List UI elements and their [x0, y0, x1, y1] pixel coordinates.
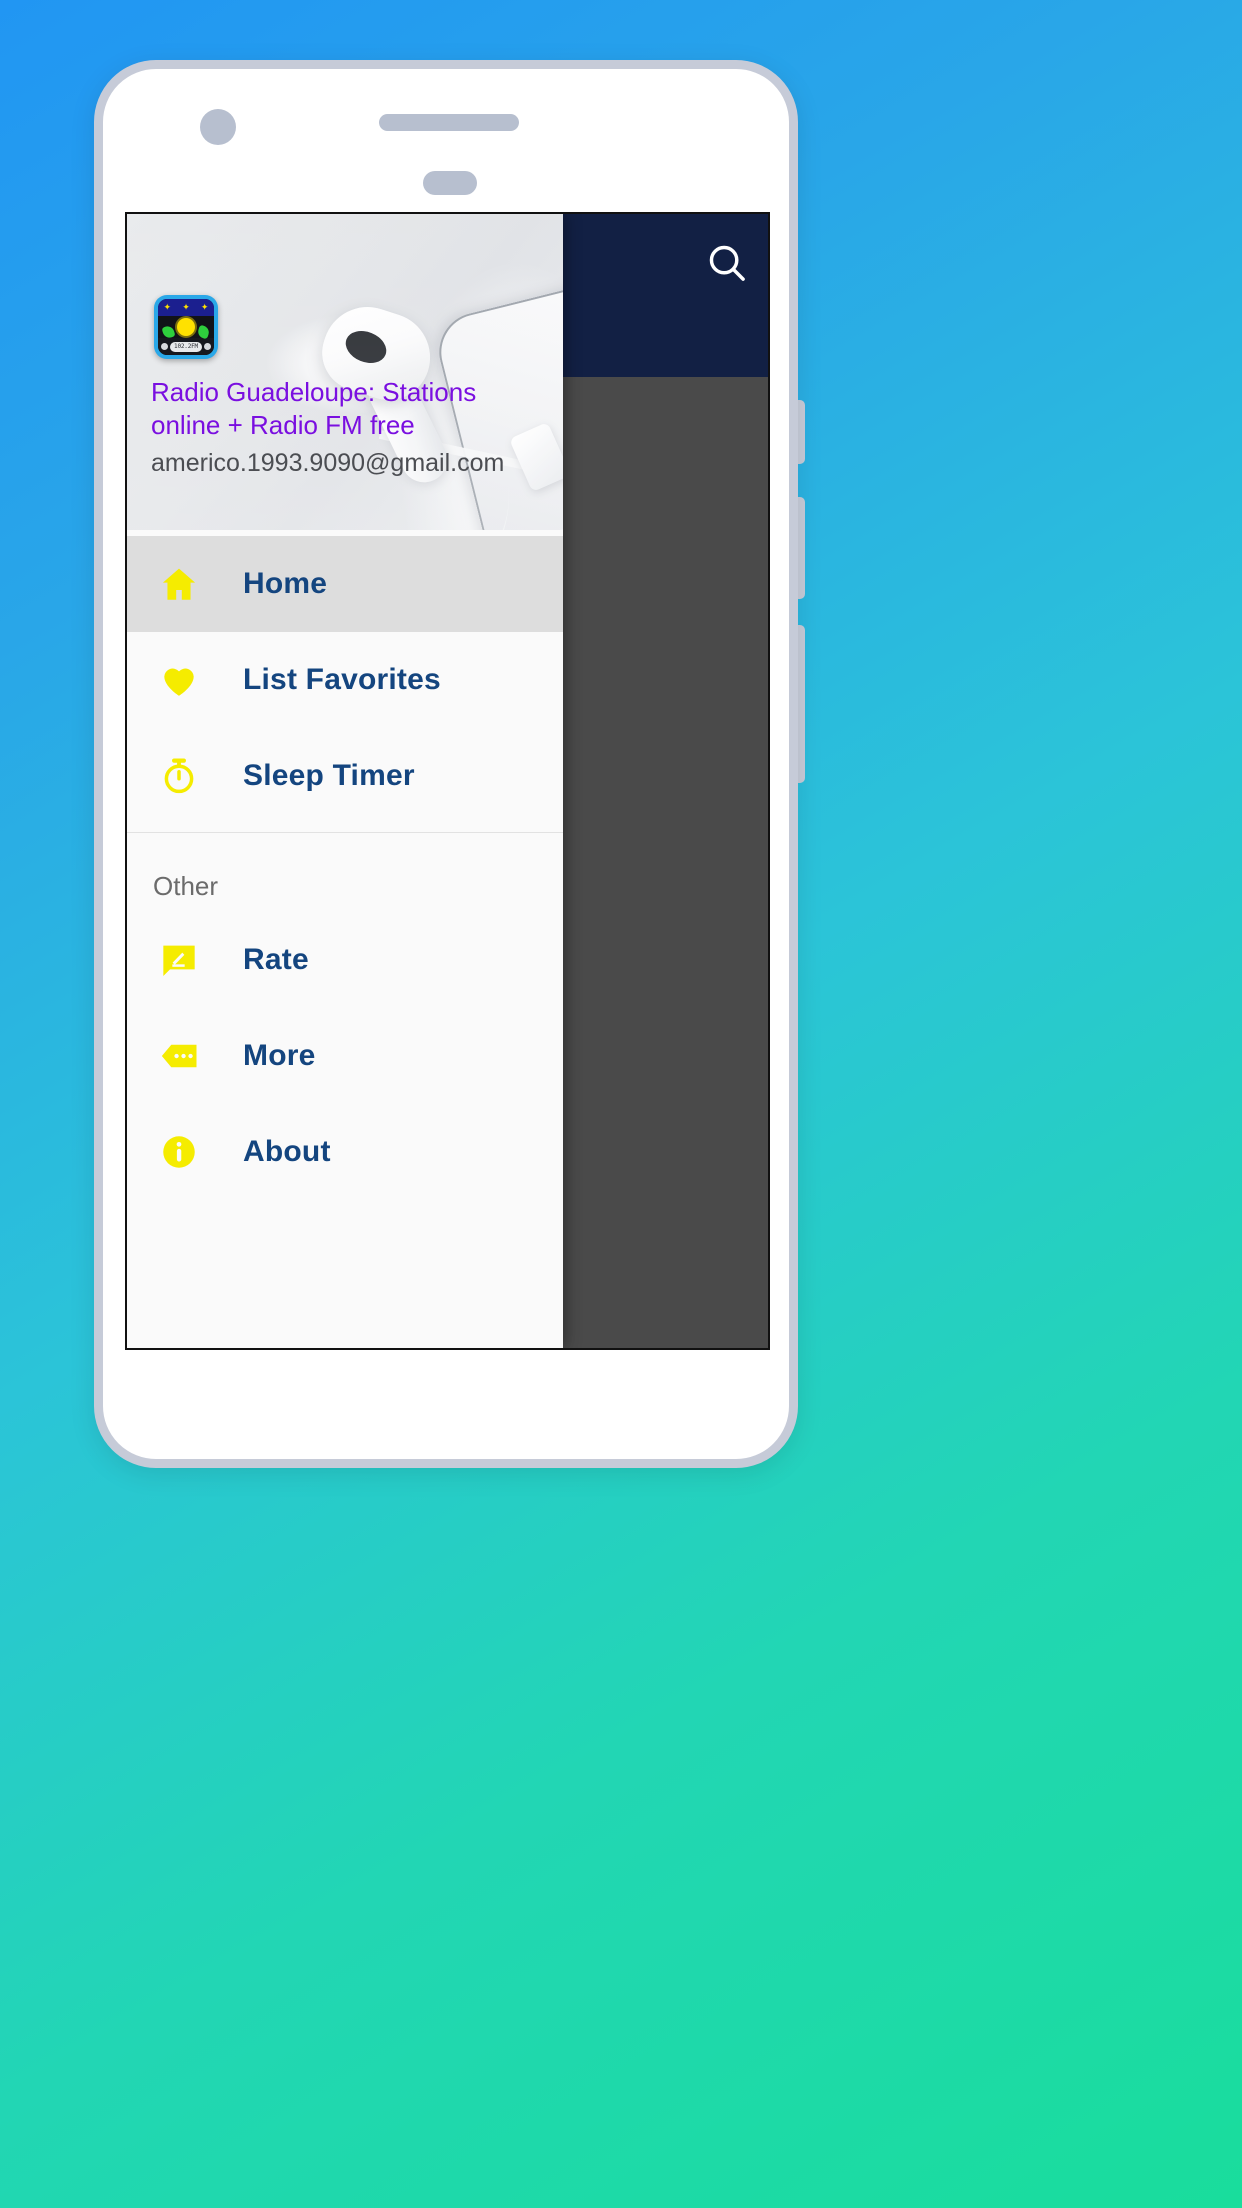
app-icon-sun	[177, 318, 195, 336]
navigation-drawer: ✦ ✦ ✦ 102.2FM Radio Guadeloupe: Stations…	[127, 214, 563, 1348]
screenshot-stage: tions… MOST LISTENED	[0, 0, 1242, 2208]
drawer-item-about[interactable]: About	[127, 1104, 563, 1200]
drawer-header: ✦ ✦ ✦ 102.2FM Radio Guadeloupe: Stations…	[127, 214, 563, 530]
drawer-item-rate[interactable]: Rate	[127, 912, 563, 1008]
account-email: americo.1993.9090@gmail.com	[151, 449, 505, 477]
earpiece-speaker-icon	[379, 114, 519, 131]
search-icon[interactable]	[704, 240, 750, 286]
app-icon-knob-right	[204, 343, 211, 351]
drawer-item-sleep-timer-label: Sleep Timer	[243, 759, 415, 792]
app-icon-sugarcane-left	[161, 324, 176, 340]
drawer-header-overlay	[127, 214, 563, 530]
heart-icon	[153, 659, 205, 701]
app-icon-frequency-display: 102.2FM	[170, 341, 202, 352]
drawer-menu-list: Home List Favorites Sleep Timer Other Ra…	[127, 530, 563, 1348]
radio-guadeloupe-app-icon: ✦ ✦ ✦ 102.2FM	[154, 295, 218, 359]
drawer-item-list-favorites[interactable]: List Favorites	[127, 632, 563, 728]
home-indicator-icon[interactable]	[423, 171, 477, 195]
drawer-section-other-label: Other	[153, 871, 219, 901]
drawer-item-about-label: About	[243, 1135, 331, 1168]
account-title: Radio Guadeloupe: Stations online + Radi…	[151, 377, 477, 440]
drawer-item-sleep-timer[interactable]: Sleep Timer	[127, 728, 563, 824]
app-icon-guadeloupe-emblem	[158, 315, 214, 340]
drawer-item-list-favorites-label: List Favorites	[243, 663, 441, 696]
more-tag-icon	[153, 1035, 205, 1077]
app-icon-knob-left	[161, 343, 168, 351]
app-icon-radio-tuner: 102.2FM	[158, 338, 214, 355]
drawer-item-more-label: More	[243, 1039, 316, 1072]
drawer-item-home[interactable]: Home	[127, 536, 563, 632]
front-camera-icon	[200, 109, 236, 145]
drawer-item-rate-label: Rate	[243, 943, 309, 976]
app-icon-sugarcane-right	[196, 324, 211, 340]
app-icon-fleur-de-lis-band: ✦ ✦ ✦	[158, 299, 214, 316]
home-icon	[153, 563, 205, 605]
app-screen: tions… MOST LISTENED	[125, 212, 770, 1350]
app-icon-inner: ✦ ✦ ✦ 102.2FM	[158, 299, 214, 355]
timer-icon	[153, 755, 205, 797]
drawer-item-more[interactable]: More	[127, 1008, 563, 1104]
rate-comment-icon	[153, 940, 205, 980]
info-icon	[153, 1131, 205, 1173]
phone-device-frame: tions… MOST LISTENED	[94, 60, 798, 1468]
drawer-item-home-label: Home	[243, 567, 328, 600]
